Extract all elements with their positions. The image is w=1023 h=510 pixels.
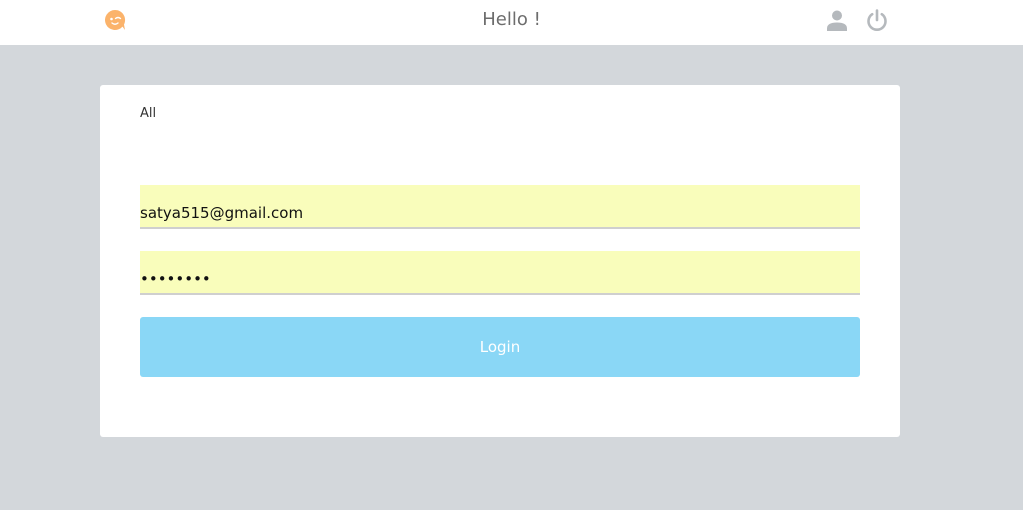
power-icon[interactable] <box>865 8 889 32</box>
password-field[interactable] <box>140 251 860 295</box>
login-card: All Login <box>100 85 900 437</box>
user-icon[interactable] <box>825 8 849 32</box>
filter-label: All <box>140 106 157 121</box>
top-bar: Hello ! <box>0 0 1023 45</box>
login-button[interactable]: Login <box>140 317 860 377</box>
email-field[interactable] <box>140 185 860 229</box>
